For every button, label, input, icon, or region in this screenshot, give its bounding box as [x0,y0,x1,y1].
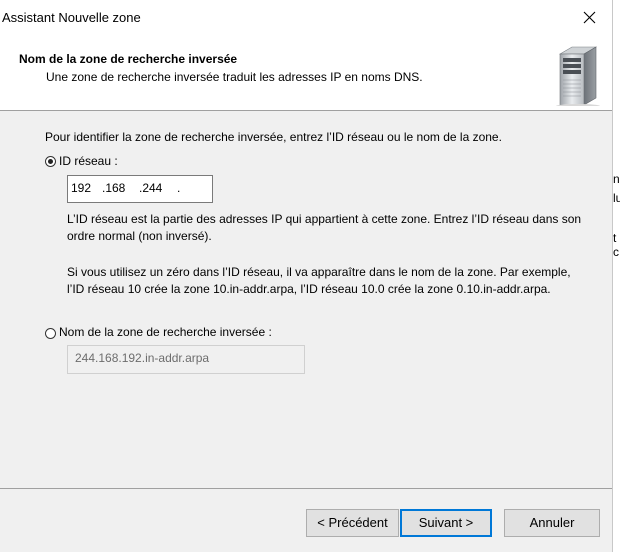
window-title: Assistant Nouvelle zone [2,10,141,25]
previous-button[interactable]: < Précédent [306,509,399,537]
network-id-input[interactable]: 192 .168 .244 . [67,175,213,203]
new-zone-wizard-dialog: Assistant Nouvelle zone Nom de la zone d… [0,0,612,552]
server-icon [556,46,600,106]
background-window-edge: n lu t c [612,0,620,552]
cancel-button[interactable]: Annuler [504,509,600,537]
zone-name-label: Nom de la zone de recherche inversée : [59,325,272,339]
zero-network-id-help-text: Si vous utilisez un zéro dans l’ID résea… [67,265,571,296]
zone-name-radio[interactable] [45,328,56,339]
wizard-header: Nom de la zone de recherche inversée Une… [0,36,612,111]
zone-name-input: 244.168.192.in-addr.arpa [67,345,305,374]
network-id-radio[interactable] [45,156,56,167]
network-id-label: ID réseau : [59,154,118,168]
network-id-octet-1[interactable]: 192 [71,181,91,195]
network-id-octet-4[interactable]: . [177,181,180,195]
background-text-fragment: t c [613,231,619,259]
next-button[interactable]: Suivant > [400,509,492,537]
network-id-octet-2[interactable]: .168 [102,181,125,195]
page-subtitle: Une zone de recherche inversée traduit l… [46,70,423,84]
background-text-fragment: n [613,172,620,186]
zone-name-value: 244.168.192.in-addr.arpa [75,351,210,365]
network-id-octet-3[interactable]: .244 [139,181,162,195]
network-id-help-text: L’ID réseau est la partie des adresses I… [67,212,582,243]
title-bar: Assistant Nouvelle zone [0,0,612,36]
instruction-text: Pour identifier la zone de recherche inv… [45,130,502,144]
close-icon [583,11,596,24]
close-button[interactable] [574,4,606,32]
page-title: Nom de la zone de recherche inversée [19,52,238,66]
footer-divider [0,488,612,489]
background-text-fragment: lu [613,191,620,205]
